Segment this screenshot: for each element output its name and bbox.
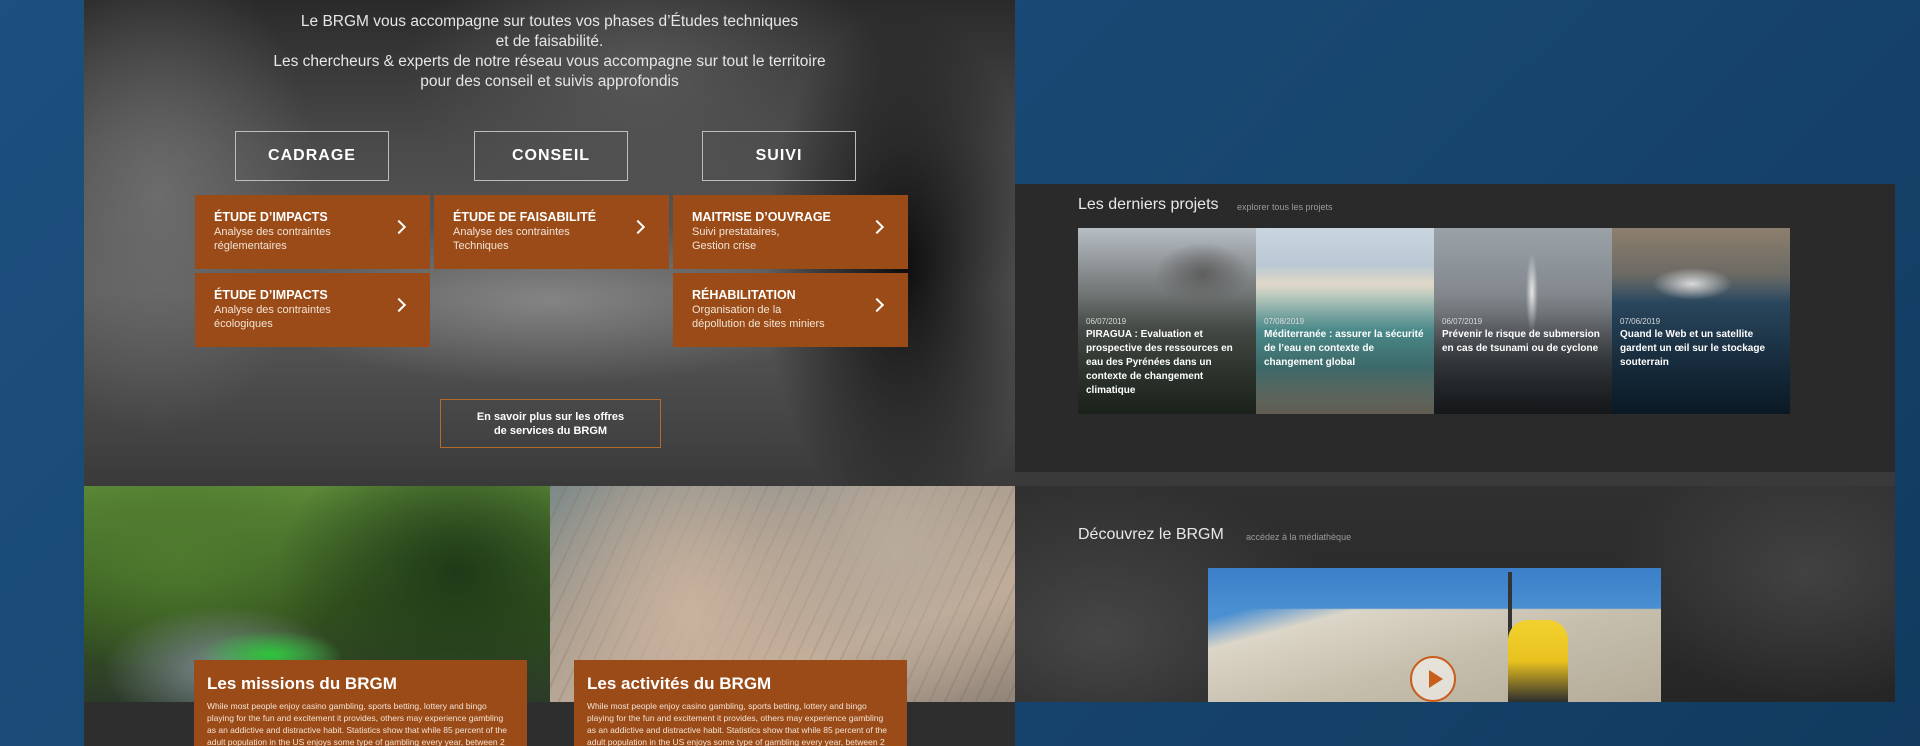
- more-services-button[interactable]: En savoir plus sur les offres de service…: [440, 399, 661, 448]
- phase-suivi[interactable]: SUIVI: [702, 131, 856, 181]
- card-title: ÉTUDE D’IMPACTS: [214, 210, 328, 224]
- missions-text: While most people enjoy casino gambling,…: [207, 701, 508, 746]
- chevron-right-icon: [391, 219, 407, 235]
- chevron-right-icon: [630, 219, 646, 235]
- projects-explore-link[interactable]: explorer tous les projets: [1237, 202, 1333, 212]
- section-divider: [1015, 472, 1895, 486]
- hero-intro-text: Le BRGM vous accompagne sur toutes vos p…: [84, 12, 1015, 92]
- project-date: 06/07/2019: [1086, 317, 1127, 326]
- project-date: 07/06/2019: [1620, 317, 1661, 326]
- hero-line: Le BRGM vous accompagne sur toutes vos p…: [300, 13, 799, 30]
- hero-line: Les chercheurs & experts de notre réseau…: [273, 53, 826, 70]
- card-etude-impacts-ecologiques[interactable]: ÉTUDE D’IMPACTS Analyse des contraintes …: [195, 273, 430, 347]
- card-desc: dépollution de sites miniers: [692, 318, 825, 330]
- activities-card[interactable]: Les activités du BRGM While most people …: [574, 660, 907, 746]
- hero-line: pour des conseil et suivis approfondis: [420, 73, 679, 90]
- discover-section: Découvrez le BRGM accédez à la médiathèq…: [1015, 486, 1895, 702]
- card-rehabilitation[interactable]: RÉHABILITATION Organisation de la dépoll…: [673, 273, 908, 347]
- hero-line: et de faisabilité.: [495, 33, 604, 50]
- project-title: Quand le Web et un satellite gardent un …: [1620, 329, 1766, 368]
- project-card[interactable]: 06/07/2019 PIRAGUA : Evaluation et prosp…: [1078, 228, 1256, 414]
- project-date: 06/07/2019: [1442, 317, 1483, 326]
- project-card[interactable]: 06/07/2019 Prévenir le risque de submers…: [1434, 228, 1612, 414]
- more-services-line: En savoir plus sur les offres: [476, 411, 625, 423]
- card-desc: Organisation de la: [692, 304, 782, 316]
- chevron-right-icon: [391, 297, 407, 313]
- services-page-mockup: Le BRGM vous accompagne sur toutes vos p…: [84, 0, 1015, 746]
- missions-card[interactable]: Les missions du BRGM While most people e…: [194, 660, 527, 746]
- video-player[interactable]: [1208, 568, 1661, 702]
- mediatheque-link[interactable]: accédez à la médiathèque: [1246, 532, 1351, 542]
- phase-conseil[interactable]: CONSEIL: [474, 131, 628, 181]
- card-title: MAITRISE D’OUVRAGE: [692, 210, 831, 224]
- card-title: ÉTUDE D’IMPACTS: [214, 288, 328, 302]
- card-desc: écologiques: [214, 318, 273, 330]
- project-card[interactable]: 07/06/2019 Quand le Web et un satellite …: [1612, 228, 1790, 414]
- card-etude-faisabilite[interactable]: ÉTUDE DE FAISABILITÉ Analyse des contrai…: [434, 195, 669, 269]
- card-desc: réglementaires: [214, 240, 287, 252]
- project-title: PIRAGUA : Evaluation et prospective des …: [1086, 329, 1233, 396]
- surveyor-figure: [1508, 620, 1568, 702]
- more-services-line: de services du BRGM: [493, 425, 608, 437]
- card-desc: Techniques: [453, 240, 509, 252]
- card-title: RÉHABILITATION: [692, 288, 796, 302]
- chevron-right-icon: [869, 297, 885, 313]
- card-desc: Suivi prestataires,: [692, 226, 780, 238]
- project-title: Prévenir le risque de submersion en cas …: [1442, 329, 1600, 354]
- chevron-right-icon: [869, 219, 885, 235]
- projects-section: Les derniers projets explorer tous les p…: [1015, 184, 1895, 472]
- phase-cadrage[interactable]: CADRAGE: [235, 131, 389, 181]
- projects-page-mockup: Les derniers projets explorer tous les p…: [1015, 184, 1895, 702]
- activities-title: Les activités du BRGM: [587, 674, 772, 693]
- discover-title: Découvrez le BRGM: [1078, 526, 1224, 543]
- project-date: 07/08/2019: [1264, 317, 1305, 326]
- project-title: Méditerranée : assurer la sécurité de l’…: [1264, 329, 1424, 368]
- activities-text: While most people enjoy casino gambling,…: [587, 701, 888, 746]
- missions-title: Les missions du BRGM: [207, 674, 397, 693]
- play-icon[interactable]: [1410, 656, 1456, 702]
- card-desc: Analyse des contraintes: [453, 226, 570, 238]
- card-desc: Gestion crise: [692, 240, 757, 252]
- project-card[interactable]: 07/08/2019 Méditerranée : assurer la séc…: [1256, 228, 1434, 414]
- card-desc: Analyse des contraintes: [214, 226, 331, 238]
- card-etude-impacts-reglementaires[interactable]: ÉTUDE D’IMPACTS Analyse des contraintes …: [195, 195, 430, 269]
- projects-title: Les derniers projets: [1078, 196, 1219, 213]
- card-title: ÉTUDE DE FAISABILITÉ: [453, 210, 597, 224]
- card-desc: Analyse des contraintes: [214, 304, 331, 316]
- card-maitrise-ouvrage[interactable]: MAITRISE D’OUVRAGE Suivi prestataires, G…: [673, 195, 908, 269]
- hero-cave-background: Le BRGM vous accompagne sur toutes vos p…: [84, 0, 1015, 486]
